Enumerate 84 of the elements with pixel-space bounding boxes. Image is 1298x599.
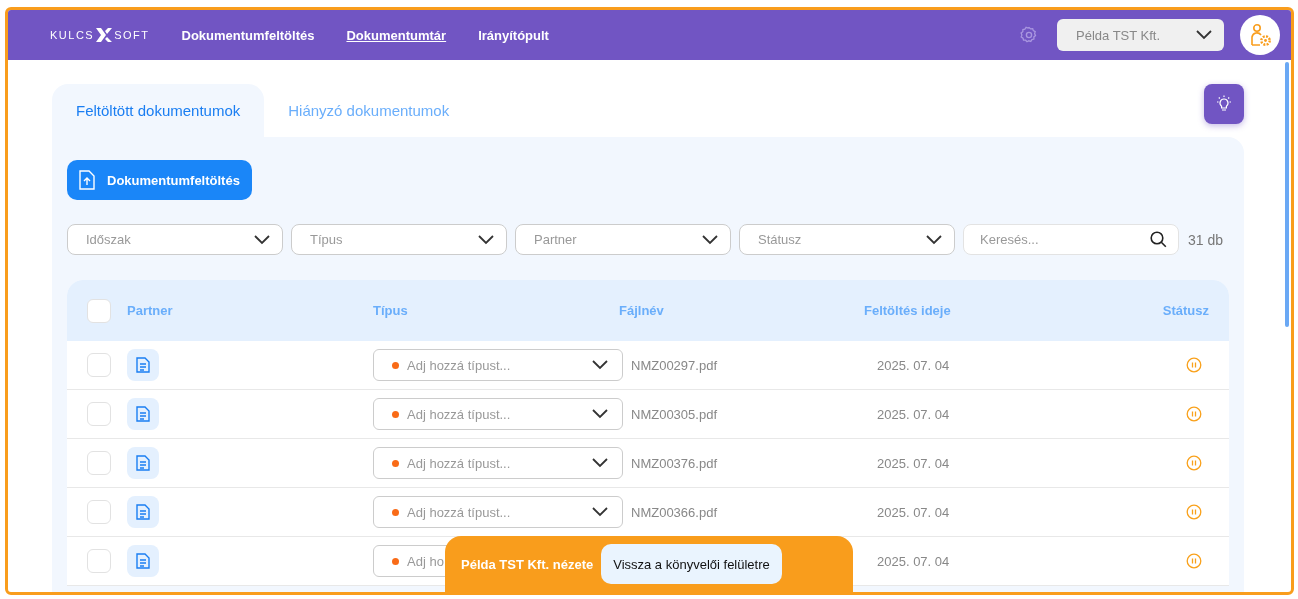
logo-text: KULCS bbox=[50, 29, 95, 41]
type-dropdown[interactable]: Adj hozzá típust... bbox=[373, 349, 623, 381]
type-dropdown[interactable]: Adj hozzá típust... bbox=[373, 496, 623, 528]
select-all-checkbox[interactable] bbox=[87, 298, 111, 323]
pause-icon bbox=[1186, 357, 1202, 373]
upload-date: 2025. 07. 04 bbox=[876, 456, 950, 471]
document-lines-icon bbox=[136, 406, 150, 422]
column-header[interactable]: Partner bbox=[127, 303, 373, 318]
chevron-down-icon bbox=[702, 234, 718, 245]
document-lines-icon bbox=[136, 357, 150, 373]
placeholder-text: Adj hozzá típust... bbox=[407, 406, 511, 422]
document-lines-icon bbox=[136, 504, 150, 520]
result-count: 31 db bbox=[1188, 231, 1224, 248]
row-checkbox[interactable] bbox=[87, 402, 111, 426]
ideas-button[interactable] bbox=[1204, 84, 1244, 124]
file-name: NMZ00376.pdf bbox=[630, 456, 717, 471]
column-header[interactable]: Státusz bbox=[1129, 303, 1229, 318]
status-dot bbox=[392, 557, 399, 565]
chevron-down-icon bbox=[592, 458, 608, 468]
row-checkbox[interactable] bbox=[87, 353, 111, 377]
placeholder-text: Típus bbox=[310, 232, 343, 247]
file-upload-icon bbox=[79, 170, 95, 190]
chevron-down-icon bbox=[926, 234, 942, 245]
company-select-value: Példa TST Kft. bbox=[1076, 27, 1161, 43]
status-dot bbox=[392, 410, 399, 418]
row-checkbox[interactable] bbox=[87, 500, 111, 524]
logo-text: SOFT bbox=[114, 29, 150, 41]
chevron-down-icon bbox=[1196, 30, 1212, 40]
type-dropdown[interactable]: Adj hozzá típust... bbox=[373, 398, 623, 430]
user-avatar[interactable] bbox=[1240, 15, 1280, 55]
filter-dropdown[interactable]: Partner bbox=[515, 224, 731, 255]
document-lines-icon bbox=[136, 455, 150, 471]
upload-date: 2025. 07. 04 bbox=[876, 407, 950, 422]
type-dropdown[interactable]: Adj hozzá típust... bbox=[373, 447, 623, 479]
file-name: NMZ00305.pdf bbox=[630, 407, 717, 422]
chevron-down-icon bbox=[592, 507, 608, 517]
tab[interactable]: Feltöltött dokumentumok bbox=[52, 84, 265, 137]
back-button[interactable]: Vissza a könyvelői felületre bbox=[601, 544, 782, 584]
pause-icon bbox=[1186, 553, 1202, 569]
column-header[interactable]: Fájlnév bbox=[619, 303, 864, 318]
pause-icon bbox=[1186, 504, 1202, 520]
upload-date: 2025. 07. 04 bbox=[876, 358, 950, 373]
pause-icon bbox=[1186, 406, 1202, 422]
file-name: NMZ00366.pdf bbox=[630, 505, 717, 520]
placeholder-text: Partner bbox=[534, 232, 577, 247]
user-settings-icon bbox=[1248, 23, 1272, 47]
lightbulb-icon bbox=[1215, 95, 1233, 113]
placeholder-text: Státusz bbox=[758, 232, 802, 247]
settings-icon[interactable] bbox=[1020, 26, 1038, 44]
upload-date: 2025. 07. 04 bbox=[876, 505, 950, 520]
search-icon bbox=[1150, 231, 1167, 248]
row-checkbox[interactable] bbox=[87, 451, 111, 475]
nav-link[interactable]: Irányítópult bbox=[478, 27, 549, 43]
chevron-down-icon bbox=[592, 409, 608, 419]
scrollbar[interactable] bbox=[1285, 62, 1289, 327]
placeholder-text: Adj hozzá típust... bbox=[407, 357, 511, 373]
chevron-down-icon bbox=[478, 234, 494, 245]
x-logo-icon bbox=[95, 27, 114, 43]
placeholder-text: Adj hozzá típust... bbox=[407, 504, 511, 520]
tab[interactable]: Hiányzó dokumentumok bbox=[264, 84, 474, 137]
placeholder-text: Időszak bbox=[86, 232, 131, 247]
status-dot bbox=[392, 459, 399, 467]
placeholder-text: Adj ho bbox=[407, 553, 444, 569]
upload-date: 2025. 07. 04 bbox=[876, 554, 950, 569]
placeholder-text: Adj hozzá típust... bbox=[407, 455, 511, 471]
document-lines-icon bbox=[136, 553, 150, 569]
file-name: NMZ00297.pdf bbox=[630, 358, 717, 373]
filter-dropdown[interactable]: Státusz bbox=[739, 224, 955, 255]
column-header[interactable]: Típus bbox=[373, 303, 619, 318]
chevron-down-icon bbox=[254, 234, 270, 245]
company-select[interactable]: Példa TST Kft. bbox=[1057, 19, 1224, 51]
filter-dropdown[interactable]: Típus bbox=[291, 224, 507, 255]
status-dot bbox=[392, 508, 399, 516]
chevron-down-icon bbox=[592, 360, 608, 370]
row-checkbox[interactable] bbox=[87, 549, 111, 573]
column-header[interactable]: Feltöltés ideje bbox=[864, 303, 1129, 318]
status-dot bbox=[392, 361, 399, 369]
filter-dropdown[interactable]: Időszak bbox=[67, 224, 283, 255]
nav-link[interactable]: Dokumentumtár bbox=[346, 27, 447, 43]
view-label: Példa TST Kft. nézete bbox=[461, 556, 594, 572]
upload-button[interactable]: Dokumentumfeltöltés bbox=[67, 160, 252, 200]
pause-icon bbox=[1186, 455, 1202, 471]
search-field[interactable]: Keresés... bbox=[963, 224, 1179, 255]
nav-link[interactable]: Dokumentumfeltöltés bbox=[181, 27, 315, 43]
